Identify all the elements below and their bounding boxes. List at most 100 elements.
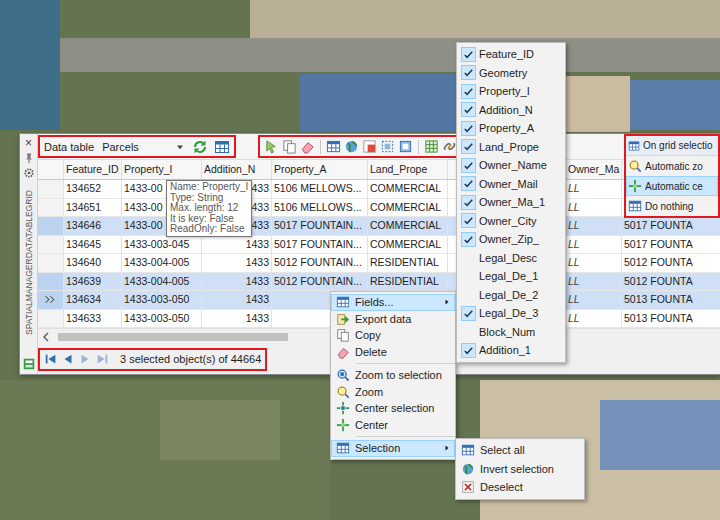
table-cell[interactable]: RESIDENTIAL [368, 254, 448, 273]
field-checkbox[interactable] [457, 232, 479, 247]
field-toggle[interactable]: Legal_Desc [457, 249, 565, 268]
row-header[interactable] [38, 254, 64, 273]
table-cell[interactable]: 1433 [202, 236, 272, 255]
field-toggle[interactable]: Owner_Name [457, 156, 565, 175]
field-toggle[interactable]: Legal_De_2 [457, 286, 565, 305]
globe-icon[interactable] [344, 139, 359, 154]
table-cell[interactable]: COMMERCIAL [368, 236, 448, 255]
table-cell[interactable]: 1433-003-050 [122, 310, 202, 329]
table-cell[interactable]: 5017 FOUNTAIN... [272, 217, 368, 236]
on-grid-selection-header[interactable]: On grid selectio [626, 136, 718, 156]
table-cell[interactable]: COMMERCIAL [368, 180, 448, 199]
column-header[interactable]: Property_I [122, 160, 202, 179]
context-menu-item[interactable]: Delete [331, 344, 455, 361]
table-cell[interactable]: 134651 [64, 199, 122, 218]
delete-icon[interactable] [362, 139, 377, 154]
first-record-icon[interactable] [44, 352, 58, 366]
table-cell[interactable]: 1433-003-050 [122, 291, 202, 310]
field-checkbox[interactable] [457, 343, 479, 358]
field-checkbox[interactable] [457, 121, 479, 136]
table-cell[interactable]: LL [566, 217, 622, 236]
context-menu-item[interactable]: Zoom [331, 384, 455, 401]
field-checkbox[interactable] [457, 84, 479, 99]
table-cell[interactable]: 5017 FOUNTA [622, 236, 720, 255]
on-grid-option[interactable]: Automatic zo [626, 156, 718, 176]
table-row[interactable]: 1346451433-003-04514335017 FOUNTAIN...CO… [38, 236, 720, 255]
table-cell[interactable]: RESIDENTIAL [368, 273, 448, 292]
invert-icon[interactable] [398, 139, 413, 154]
column-header[interactable]: Addition_N [202, 160, 272, 179]
table-cell[interactable]: 5012 FOUNTAIN... [272, 254, 368, 273]
field-toggle[interactable]: Feature_ID [457, 45, 565, 64]
context-menu-item[interactable]: Export data [331, 311, 455, 328]
field-checkbox[interactable] [457, 213, 479, 228]
selection-menu-item[interactable]: Select all [456, 441, 584, 460]
field-toggle[interactable]: Property_I [457, 82, 565, 101]
table-row[interactable]: 1346521433-0014335106 MELLOWS...COMMERCI… [38, 180, 720, 199]
table-cell[interactable]: COMMERCIAL [368, 199, 448, 218]
link-icon[interactable] [442, 139, 457, 154]
table-row[interactable]: 1346391433-004-00514335012 FOUNTAIN...RE… [38, 273, 720, 292]
table-cell[interactable]: LL [566, 310, 622, 329]
scroll-thumb[interactable] [58, 333, 288, 341]
row-header[interactable] [38, 199, 64, 218]
table-cell[interactable]: 5012 FOUNTA [622, 273, 720, 292]
table-cell[interactable]: 5012 FOUNTA [622, 254, 720, 273]
selection-menu-item[interactable]: Invert selection [456, 460, 584, 479]
field-toggle[interactable]: Addition_1 [457, 341, 565, 360]
on-grid-option[interactable]: Automatic ce [626, 176, 718, 196]
column-header[interactable]: Property_A [272, 160, 368, 179]
field-checkbox[interactable] [457, 195, 479, 210]
table-cell[interactable]: LL [566, 291, 622, 310]
select-icon[interactable] [380, 139, 395, 154]
field-toggle[interactable]: Block_Num [457, 323, 565, 342]
field-toggle[interactable]: Legal_De_3 [457, 304, 565, 323]
row-header[interactable] [38, 236, 64, 255]
on-grid-option[interactable]: Do nothing [626, 196, 718, 216]
field-checkbox[interactable] [457, 47, 479, 62]
table-cell[interactable]: 5017 FOUNTA [622, 217, 720, 236]
row-header[interactable] [38, 217, 64, 236]
context-menu-item[interactable]: Fields... [331, 294, 455, 311]
dropdown-arrow-icon[interactable] [174, 141, 186, 153]
context-menu-item[interactable]: Copy [331, 327, 455, 344]
context-menu-item[interactable]: Center [331, 417, 455, 434]
table-cell[interactable]: LL [566, 236, 622, 255]
table-cell[interactable]: 1433-004-005 [122, 273, 202, 292]
gear-icon[interactable] [23, 167, 35, 179]
table-row[interactable]: 1346461433-0014335017 FOUNTAIN...COMMERC… [38, 217, 720, 236]
field-toggle[interactable]: Land_Prope [457, 138, 565, 157]
table-cell[interactable]: 134639 [64, 273, 122, 292]
field-checkbox[interactable] [457, 139, 479, 154]
table-row[interactable]: 1346511433-0014335106 MELLOWS...COMMERCI… [38, 199, 720, 218]
table-icon[interactable] [214, 139, 230, 155]
table-cell[interactable]: COMMERCIAL [368, 217, 448, 236]
table-cell[interactable]: LL [566, 254, 622, 273]
column-header[interactable]: Feature_ID [64, 160, 122, 179]
field-toggle[interactable]: Owner_Mail [457, 175, 565, 194]
field-toggle[interactable]: Owner_Zip_ [457, 230, 565, 249]
field-toggle[interactable]: Owner_City [457, 212, 565, 231]
row-header[interactable] [38, 180, 64, 199]
field-toggle[interactable]: Owner_Ma_1 [457, 193, 565, 212]
column-header[interactable]: Owner_Ma [566, 160, 622, 179]
table-cell[interactable]: LL [566, 199, 622, 218]
selection-menu-item[interactable]: Deselect [456, 478, 584, 497]
table-cell[interactable]: 5013 FOUNTA [622, 291, 720, 310]
table-cell[interactable]: 134646 [64, 217, 122, 236]
scroll-left-icon[interactable] [38, 329, 54, 345]
field-checkbox[interactable] [457, 102, 479, 117]
field-toggle[interactable]: Property_A [457, 119, 565, 138]
table-cell[interactable]: 1433-004-005 [122, 254, 202, 273]
context-menu-item[interactable]: Selection [331, 440, 455, 457]
context-menu-item[interactable]: Center selection [331, 400, 455, 417]
context-menu-item[interactable]: Zoom to selection [331, 367, 455, 384]
field-toggle[interactable]: Legal_De_1 [457, 267, 565, 286]
row-header[interactable] [38, 310, 64, 329]
cursor-icon[interactable] [264, 139, 279, 154]
field-checkbox[interactable] [457, 158, 479, 173]
table-icon[interactable] [326, 139, 341, 154]
table-cell[interactable]: 5012 FOUNTAIN... [272, 273, 368, 292]
pin-icon[interactable] [23, 152, 35, 164]
table-cell[interactable]: 134634 [64, 291, 122, 310]
